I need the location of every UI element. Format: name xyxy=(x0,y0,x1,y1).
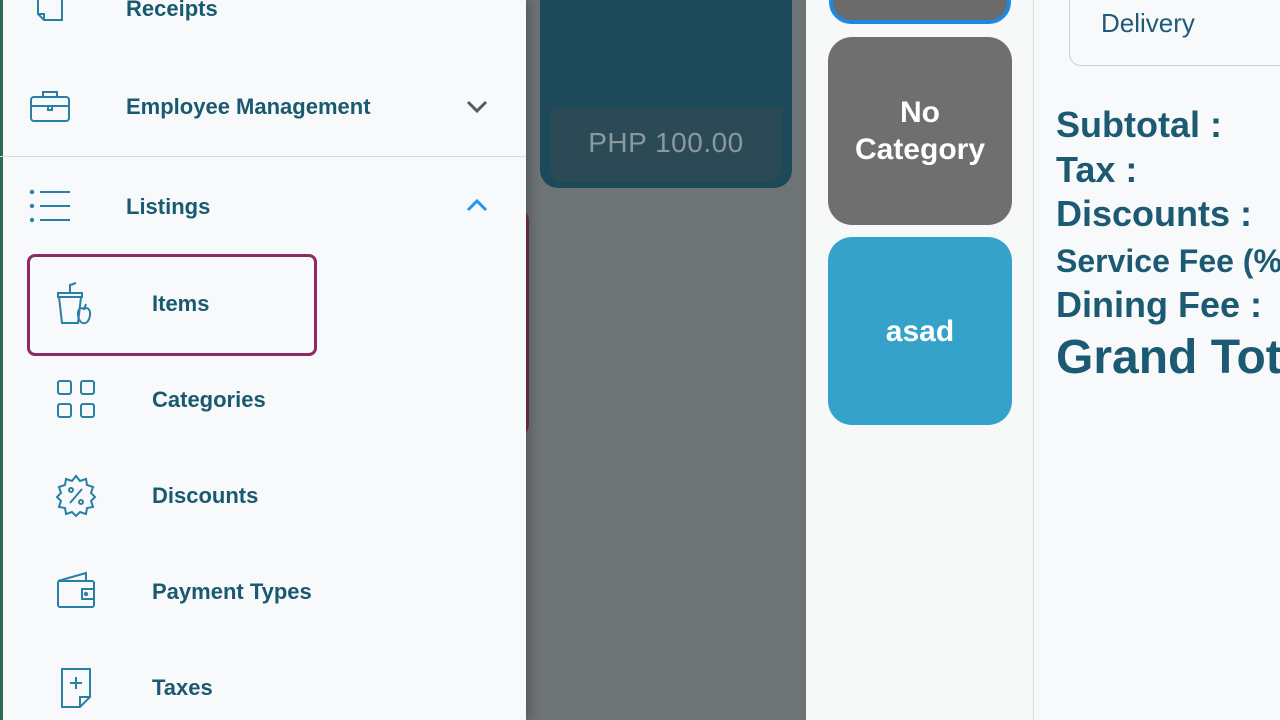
category-label: No Category xyxy=(854,96,986,166)
category-button-selected[interactable] xyxy=(829,0,1011,24)
cup-apple-icon xyxy=(54,281,98,325)
dining-fee-label: Dining Fee : xyxy=(1056,284,1262,325)
subtotal-label: Subtotal : xyxy=(1056,104,1222,145)
chevron-up-icon[interactable] xyxy=(462,191,492,221)
drawer-divider xyxy=(0,156,526,157)
wallet-icon xyxy=(54,569,98,613)
nav-item-receipts[interactable]: Receipts xyxy=(0,0,526,40)
category-label: asad xyxy=(885,314,955,348)
nav-label-discounts: Discounts xyxy=(152,483,259,508)
discount-badge-icon xyxy=(54,473,98,518)
nav-item-taxes[interactable]: Taxes xyxy=(0,657,526,717)
nav-label-employee-management: Employee Management xyxy=(126,94,371,119)
briefcase-icon xyxy=(28,85,72,129)
nav-label-payment-types: Payment Types xyxy=(152,579,312,604)
discounts-label: Discounts : xyxy=(1056,193,1253,234)
navigation-drawer: Receipts Employee Management Listings It… xyxy=(0,0,526,720)
list-icon xyxy=(28,184,72,228)
tax-document-icon xyxy=(54,665,98,709)
nav-item-employee-management[interactable]: Employee Management xyxy=(0,77,526,137)
nav-label-categories: Categories xyxy=(152,387,266,412)
nav-item-payment-types[interactable]: Payment Types xyxy=(0,561,526,621)
nav-label-listings: Listings xyxy=(126,194,211,219)
nav-item-items[interactable]: Items xyxy=(0,273,526,333)
nav-item-categories[interactable]: Categories xyxy=(0,369,526,429)
nav-item-listings[interactable]: Listings xyxy=(0,176,526,236)
category-button-no-category[interactable]: No Category xyxy=(828,37,1012,225)
receipt-icon xyxy=(28,0,72,24)
nav-label-receipts: Receipts xyxy=(126,0,218,21)
nav-label-items: Items xyxy=(152,291,210,316)
nav-label-taxes: Taxes xyxy=(152,675,213,700)
delivery-label: Delivery xyxy=(1101,8,1195,38)
product-price: PHP 100.00 xyxy=(588,127,744,158)
grid-icon xyxy=(54,377,98,421)
grand-total-label: Grand Tot xyxy=(1056,331,1280,384)
chevron-down-icon[interactable] xyxy=(462,92,492,122)
category-button-asad[interactable]: asad xyxy=(828,237,1012,425)
tax-label: Tax : xyxy=(1056,149,1138,190)
nav-item-discounts[interactable]: Discounts xyxy=(0,465,526,525)
service-fee-label: Service Fee (% xyxy=(1056,243,1280,279)
